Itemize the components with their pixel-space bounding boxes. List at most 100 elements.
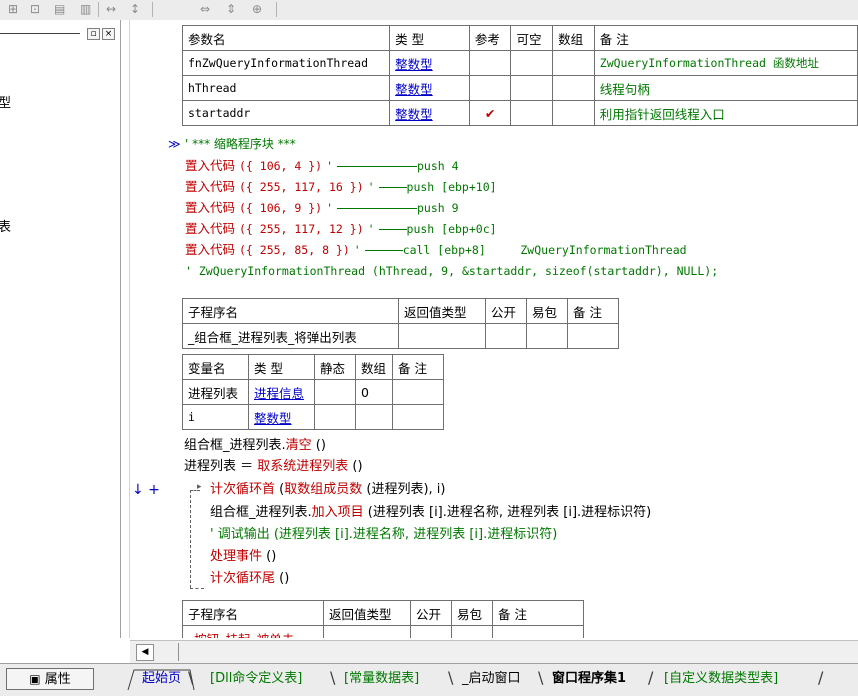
subroutine-table: 子程序名 返回值类型 公开 易包 备 注 _按钮_挂起_被单击 [182,600,584,638]
tab-constants[interactable]: [常量数据表] [344,668,419,690]
subroutine-name[interactable]: _按钮_挂起_被单击 [182,625,324,638]
code-line[interactable]: 组合框_进程列表.加入项目 (进程列表 [i].进程名称, 进程列表 [i].进… [210,503,651,523]
table-row[interactable]: hThread 整数型 线程句柄 [181,75,858,101]
subroutine-note[interactable] [567,323,619,349]
code-line[interactable]: 置入代码 ({ 255, 117, 16 }) ' push [ebp+10] [185,177,497,197]
var-note[interactable] [392,404,444,430]
code-line[interactable]: 计次循环首 (取数组成员数 (进程列表), i) [210,480,445,500]
column-header: 备 注 [492,600,584,626]
code-line[interactable]: 计次循环尾 () [210,569,289,589]
table-row[interactable]: fnZwQueryInformationThread 整数型 ZwQueryIn… [181,50,858,76]
param-nullable[interactable] [510,100,554,126]
param-name[interactable]: fnZwQueryInformationThread [181,50,391,76]
column-header: 备 注 [392,354,444,380]
collapse-marker-icon[interactable]: ≫ [168,134,181,154]
panel-item[interactable]: 型 [0,92,11,111]
public-flag[interactable] [485,323,527,349]
param-type[interactable]: 整数型 [389,100,470,126]
table-row[interactable]: _组合框_进程列表_将弹出列表 [182,323,619,349]
close-icon[interactable]: × [102,28,115,40]
restore-icon[interactable]: ▫ [87,28,100,40]
property-icon: ▣ [29,672,41,686]
code-line[interactable]: 组合框_进程列表.清空 () [184,436,326,456]
param-type[interactable]: 整数型 [389,50,470,76]
param-array[interactable] [552,100,595,126]
var-name[interactable]: 进程列表 [182,379,249,405]
table-row[interactable]: 进程列表 进程信息 0 [182,379,444,405]
loop-flow-end [190,588,204,589]
hspace-icon[interactable]: ⇔ [200,2,210,16]
var-static[interactable] [314,379,356,405]
param-array[interactable] [552,50,595,76]
code-line[interactable]: 处理事件 () [210,547,276,567]
tab-dll-commands[interactable]: [Dll命令定义表] [210,668,302,690]
var-static[interactable] [314,404,356,430]
code-comment-line[interactable]: ' 调试输出 (进程列表 [i].进程名称, 进程列表 [i].进程标识符) [210,525,557,545]
horizontal-scrollbar[interactable]: ◀ [130,640,858,663]
subroutine-note[interactable] [492,625,584,638]
code-line[interactable]: 进程列表 ＝ 取系统进程列表 () [184,457,363,477]
var-name[interactable]: i [182,404,249,430]
code-line[interactable]: 置入代码 ({ 255, 85, 8 }) ' call [ebp+8] ZwQ… [185,240,687,260]
table-row[interactable]: i 整数型 [182,404,444,430]
tile-icon[interactable]: ▤ [54,2,65,16]
param-nullable[interactable] [510,50,554,76]
width-icon[interactable]: ↔ [106,2,116,16]
param-note[interactable]: 线程句柄 [593,75,858,101]
vspace-icon[interactable]: ⇕ [226,2,236,16]
param-ref[interactable] [468,75,512,101]
public-flag[interactable] [410,625,452,638]
column-header: 公开 [410,600,452,626]
table-row[interactable]: _按钮_挂起_被单击 [182,625,584,638]
return-type[interactable] [323,625,411,638]
table-row[interactable]: startaddr 整数型 ✔ 利用指针返回线程入口 [181,100,858,126]
column-header: 参考 [468,25,512,51]
param-ref[interactable] [468,50,512,76]
split-icon[interactable]: ▥ [80,2,91,16]
var-array[interactable] [355,404,393,430]
tab-window-assembly[interactable]: 窗口程序集1 [552,668,626,690]
code-editor[interactable]: 参数名 类 型 参考 可空 数组 备 注 fnZwQueryInformatio… [130,20,858,638]
code-comment-line[interactable]: ' ZwQueryInformationThread (hThread, 9, … [185,261,718,281]
return-type[interactable] [398,323,486,349]
tab-startup-window[interactable]: _启动窗口 [462,668,521,690]
tab-custom-types[interactable]: [自定义数据类型表] [664,668,778,690]
block-comment: ' *** 缩略程序块 *** [185,137,296,151]
column-header: 备 注 [567,298,619,324]
var-type[interactable]: 进程信息 [248,379,315,405]
scroll-left-icon[interactable]: ◀ [136,644,154,661]
code-line[interactable]: 置入代码 ({ 106, 9 }) ' push 9 [185,198,459,218]
column-header: 变量名 [182,354,249,380]
column-header: 返回值类型 [323,600,411,626]
panel-item[interactable]: 表 [0,216,11,235]
param-note[interactable]: ZwQueryInformationThread 函数地址 [593,50,858,76]
param-note[interactable]: 利用指针返回线程入口 [593,100,858,126]
var-type[interactable]: 整数型 [248,404,315,430]
toolbar-separator [98,2,99,17]
var-array[interactable]: 0 [355,379,393,405]
param-name[interactable]: hThread [181,75,391,101]
center-icon[interactable]: ⊕ [252,2,262,16]
param-nullable[interactable] [510,75,554,101]
subroutine-name[interactable]: _组合框_进程列表_将弹出列表 [182,323,399,349]
column-header: 静态 [314,354,356,380]
layout-icon[interactable]: ⊡ [30,2,40,16]
package-flag[interactable] [526,323,568,349]
checkmark-icon[interactable]: ✔ [468,100,512,126]
breakpoint-markers-icon[interactable]: ↓ + [132,480,160,500]
property-button[interactable]: ▣ 属性 [6,668,94,690]
height-icon[interactable]: ↕ [130,2,140,16]
param-name[interactable]: startaddr [181,100,391,126]
code-line[interactable]: 置入代码 ({ 106, 4 }) ' push 4 [185,156,459,176]
code-line[interactable]: 置入代码 ({ 255, 117, 12 }) ' push [ebp+0c] [185,219,497,239]
var-note[interactable] [392,379,444,405]
package-flag[interactable] [451,625,493,638]
param-type[interactable]: 整数型 [389,75,470,101]
tab-start-page[interactable]: 起始页 [142,668,181,690]
column-header: 易包 [451,600,493,626]
grid-icon[interactable]: ⊞ [8,2,18,16]
left-panel: ▫ × 型 表 [0,20,121,638]
scroll-track[interactable] [158,643,179,661]
param-array[interactable] [552,75,595,101]
subroutine-table: 子程序名 返回值类型 公开 易包 备 注 _组合框_进程列表_将弹出列表 [182,298,619,349]
